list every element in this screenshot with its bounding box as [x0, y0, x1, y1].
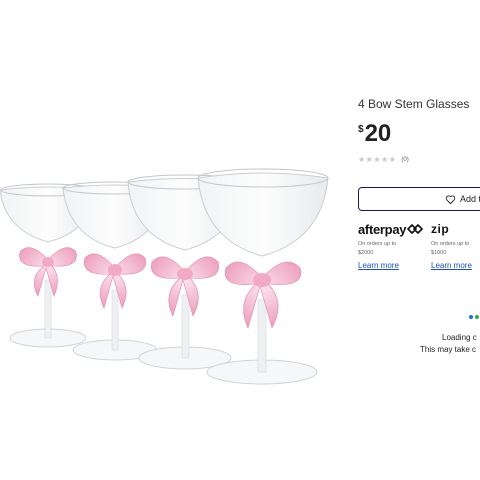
afterpay-learn-more-link[interactable]: Learn more [358, 261, 423, 270]
price-currency: $ [358, 124, 364, 135]
afterpay-logo: afterpay [358, 222, 423, 237]
zip-description: On orders up to $1000 [431, 241, 470, 256]
zip-learn-more-link[interactable]: Learn more [431, 261, 472, 270]
zip-logo: zip [431, 222, 450, 236]
loading-status-detail: This may take c [420, 345, 477, 354]
afterpay-arrows-icon [407, 224, 423, 234]
product-image[interactable] [0, 150, 355, 390]
rating-stars: ★★★★★ [358, 155, 397, 164]
loading-status: Loading c [442, 333, 477, 342]
rating-count: (0) [401, 156, 409, 163]
wishlist-label: Add t [460, 194, 480, 204]
afterpay-description: On orders up to $2000 [358, 241, 397, 256]
price-amount: 20 [364, 120, 392, 147]
product-price: $ 20 [358, 121, 391, 147]
heart-outline-icon [445, 195, 456, 204]
add-to-wishlist-button[interactable]: Add t [358, 187, 480, 211]
zip-option: zip On orders up to $1000 Learn more [431, 222, 472, 270]
product-title: 4 Bow Stem Glasses [358, 97, 470, 111]
loading-spinner-icon [469, 315, 480, 319]
rating[interactable]: ★★★★★ (0) [358, 155, 409, 164]
afterpay-option: afterpay On orders up to $2000 Learn mor… [358, 222, 423, 270]
